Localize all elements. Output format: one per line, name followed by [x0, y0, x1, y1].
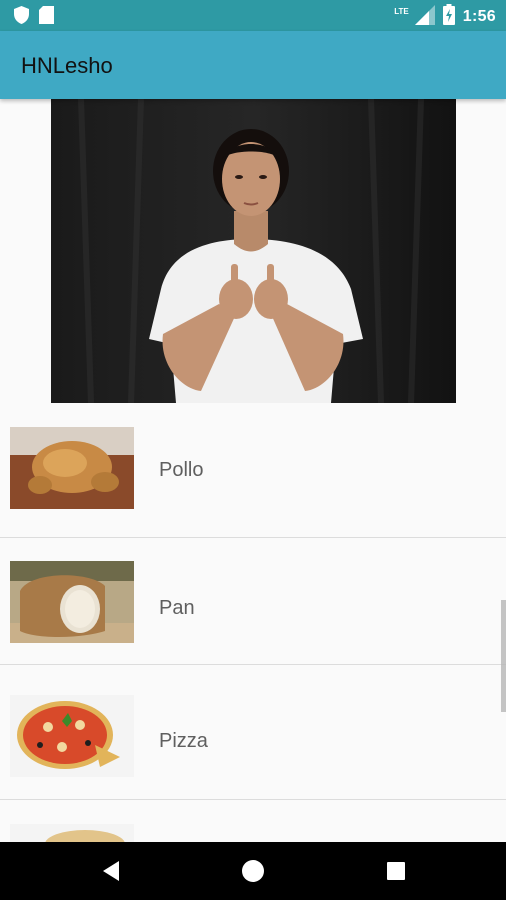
recents-icon[interactable] — [383, 858, 409, 884]
signal-icon — [414, 4, 435, 30]
video-frame-illustration — [51, 99, 456, 403]
list-item[interactable] — [0, 800, 506, 842]
bread-image — [10, 561, 134, 643]
pizza-image — [10, 695, 134, 777]
list-item[interactable]: Pizza — [0, 665, 506, 800]
app-bar: HNLesho — [0, 31, 506, 99]
food-list[interactable]: Pollo Pan Pizza — [0, 403, 506, 842]
sim-card-icon — [39, 6, 54, 29]
app-title: HNLesho — [21, 53, 113, 78]
shield-icon — [14, 6, 29, 29]
list-item[interactable]: Pan — [0, 530, 506, 665]
back-icon[interactable] — [98, 858, 124, 884]
network-type-label: LTE — [394, 7, 409, 16]
status-time: 1:56 — [462, 8, 496, 25]
sign-language-video[interactable] — [51, 99, 456, 403]
list-item-label: Pan — [159, 597, 195, 619]
list-item-label: Pizza — [159, 730, 208, 752]
system-navigation-bar — [0, 842, 506, 900]
list-item[interactable]: Pollo — [0, 403, 506, 538]
battery-icon — [442, 4, 455, 30]
scrollbar[interactable] — [501, 600, 506, 712]
food-image — [10, 824, 134, 842]
status-bar: LTE 1:56 — [0, 0, 506, 31]
list-item-label: Pollo — [159, 459, 204, 481]
home-icon[interactable] — [240, 858, 266, 884]
roast-chicken-image — [10, 427, 134, 509]
